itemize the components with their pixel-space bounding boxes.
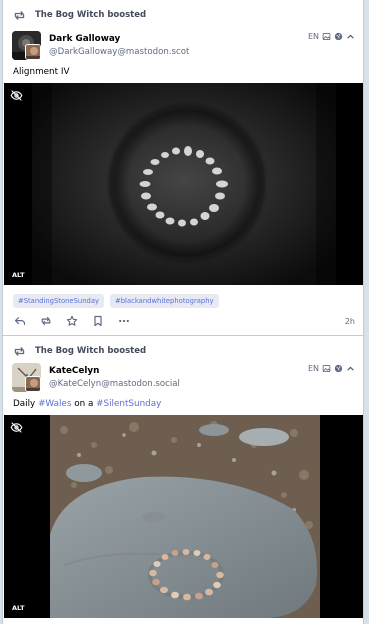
- home-timeline: The Bog Witch boosted Dark Galloway @Dar…: [2, 0, 364, 624]
- hashtag-chip[interactable]: #blackandwhitephotography: [110, 294, 219, 308]
- bookmark-icon: [93, 315, 102, 327]
- media-attachment[interactable]: ALT: [4, 415, 363, 618]
- ellipsis-icon: [118, 319, 129, 323]
- status-content: Daily #Wales on a #SilentSunday: [13, 399, 161, 409]
- alt-badge[interactable]: ALT: [12, 604, 25, 612]
- boosted-by-label[interactable]: The Bog Witch boosted: [35, 346, 146, 356]
- hashtag-link[interactable]: #SilentSunday: [96, 399, 161, 409]
- photo-pebble-circle: [4, 415, 363, 618]
- retweet-icon: [41, 317, 50, 325]
- globe-icon: [334, 32, 343, 40]
- relative-time[interactable]: 2h: [345, 317, 355, 326]
- hashtag-chip[interactable]: #StandingStoneSunday: [13, 294, 105, 308]
- retweet-icon: [14, 10, 25, 20]
- more-button[interactable]: [117, 315, 130, 328]
- boosted-by-label[interactable]: The Bog Witch boosted: [35, 10, 146, 20]
- language-label: EN: [307, 31, 319, 41]
- chevron-up-icon[interactable]: [346, 364, 355, 373]
- eye-slash-icon[interactable]: [10, 89, 23, 102]
- action-bar: 2h: [13, 314, 355, 328]
- status-card[interactable]: The Bog Witch boosted KateCelyn @KateCel…: [3, 336, 363, 624]
- boost-button[interactable]: [39, 315, 52, 328]
- alt-badge[interactable]: ALT: [12, 271, 25, 279]
- status-card[interactable]: The Bog Witch boosted Dark Galloway @Dar…: [3, 0, 363, 336]
- language-label: EN: [307, 363, 319, 373]
- booster-avatar[interactable]: [25, 44, 41, 60]
- retweet-icon: [14, 346, 25, 356]
- favourite-button[interactable]: [65, 315, 78, 328]
- account-handle[interactable]: @DarkGalloway@mastodon.scot: [49, 47, 189, 57]
- status-meta: EN: [308, 30, 355, 42]
- chevron-up-icon[interactable]: [346, 32, 355, 41]
- hashtag-bar: #StandingStoneSunday #blackandwhitephoto…: [13, 294, 219, 308]
- image-icon: [322, 364, 331, 372]
- image-icon: [322, 32, 331, 40]
- boost-indicator: The Bog Witch boosted: [13, 344, 146, 358]
- display-name[interactable]: Dark Galloway: [49, 34, 120, 44]
- globe-icon: [334, 364, 343, 372]
- content-text: on a: [71, 399, 97, 409]
- status-meta: EN: [308, 362, 355, 374]
- reply-button[interactable]: [13, 315, 26, 328]
- booster-avatar[interactable]: [25, 376, 41, 392]
- content-text: Daily: [13, 399, 39, 409]
- star-icon: [66, 315, 77, 326]
- display-name[interactable]: KateCelyn: [49, 366, 99, 376]
- eye-slash-icon[interactable]: [10, 421, 23, 434]
- media-attachment[interactable]: ALT: [4, 83, 363, 285]
- account-handle[interactable]: @KateCelyn@mastodon.social: [49, 379, 180, 389]
- photo-stone-circle: [4, 83, 363, 285]
- status-content: Alignment IV: [13, 67, 70, 77]
- hashtag-link[interactable]: #Wales: [38, 399, 71, 409]
- bookmark-button[interactable]: [91, 315, 104, 328]
- boost-indicator: The Bog Witch boosted: [13, 8, 146, 22]
- reply-icon: [14, 317, 25, 325]
